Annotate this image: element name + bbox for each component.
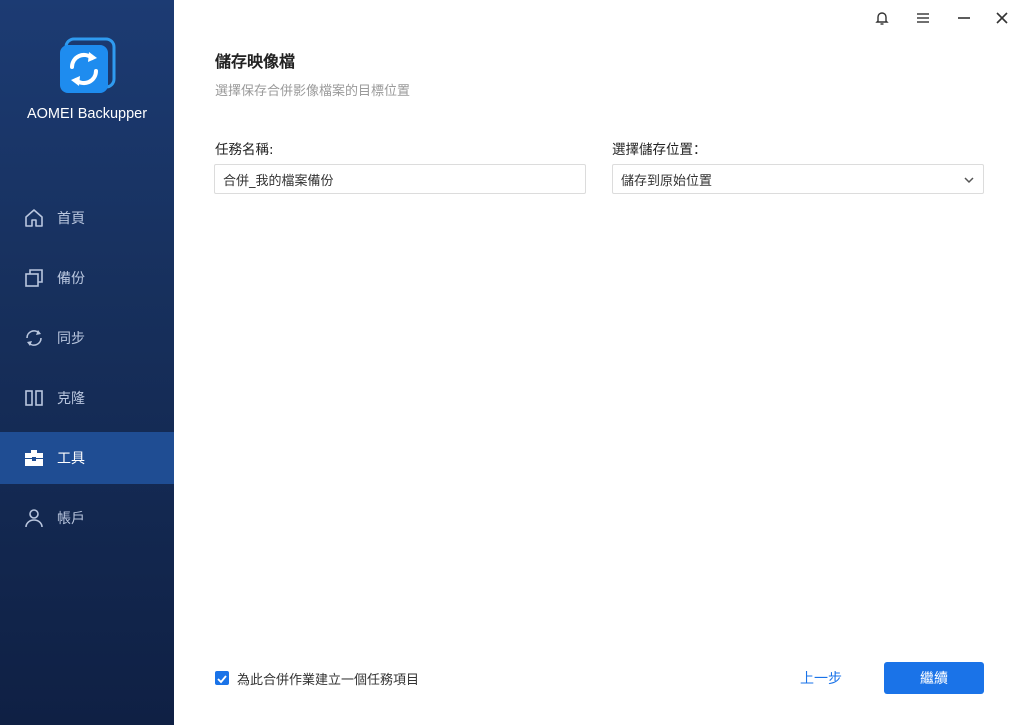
checkmark-icon xyxy=(217,675,227,684)
home-icon xyxy=(25,209,43,227)
menu-button[interactable] xyxy=(911,6,935,30)
page-subtitle: 選擇保存合併影像檔案的目標位置 xyxy=(215,84,411,99)
back-button[interactable]: 上一步 xyxy=(800,668,842,688)
sidebar: AOMEI Backupper 首頁 備份 同步 克隆 工具 帳戶 xyxy=(0,0,174,725)
sidebar-item-label: 工具 xyxy=(57,451,85,467)
task-name-label: 任務名稱: xyxy=(215,142,274,158)
task-name-value: 合併_我的檔案備份 xyxy=(223,173,334,189)
continue-button[interactable]: 繼續 xyxy=(884,662,984,694)
location-label: 選擇儲存位置： xyxy=(612,142,707,158)
sidebar-item-tools[interactable]: 工具 xyxy=(0,432,174,484)
bell-icon xyxy=(875,12,889,25)
location-selected-value: 儲存到原始位置 xyxy=(621,173,713,189)
minimize-icon xyxy=(958,17,970,19)
sync-icon xyxy=(26,330,42,346)
sidebar-item-sync[interactable]: 同步 xyxy=(0,312,174,364)
page-title: 儲存映像檔 xyxy=(215,52,296,71)
sidebar-item-label: 同步 xyxy=(57,331,85,347)
chevron-down-icon xyxy=(964,177,974,184)
sidebar-item-account[interactable]: 帳戶 xyxy=(0,492,174,544)
close-button[interactable] xyxy=(990,6,1014,30)
sidebar-item-label: 首頁 xyxy=(57,211,85,227)
sidebar-item-label: 克隆 xyxy=(57,391,85,407)
menu-icon xyxy=(917,13,929,23)
sidebar-item-label: 帳戶 xyxy=(57,511,85,527)
continue-button-label: 繼續 xyxy=(920,671,948,687)
app-logo-icon xyxy=(60,37,116,93)
user-icon xyxy=(25,509,43,528)
clone-icon xyxy=(25,390,43,406)
create-task-label: 為此合併作業建立一個任務項目 xyxy=(237,673,420,688)
sidebar-item-clone[interactable]: 克隆 xyxy=(0,372,174,424)
backup-icon xyxy=(25,269,43,287)
toolbox-icon xyxy=(25,450,43,466)
location-select[interactable]: 儲存到原始位置 xyxy=(612,164,984,194)
sidebar-item-backup[interactable]: 備份 xyxy=(0,252,174,304)
close-icon xyxy=(996,12,1008,24)
notification-button[interactable] xyxy=(870,6,894,30)
app-name: AOMEI Backupper xyxy=(26,106,148,122)
minimize-button[interactable] xyxy=(952,6,976,30)
create-task-checkbox[interactable] xyxy=(215,671,229,685)
sidebar-item-label: 備份 xyxy=(57,271,85,287)
sidebar-item-home[interactable]: 首頁 xyxy=(0,192,174,244)
task-name-input[interactable]: 合併_我的檔案備份 xyxy=(214,164,586,194)
